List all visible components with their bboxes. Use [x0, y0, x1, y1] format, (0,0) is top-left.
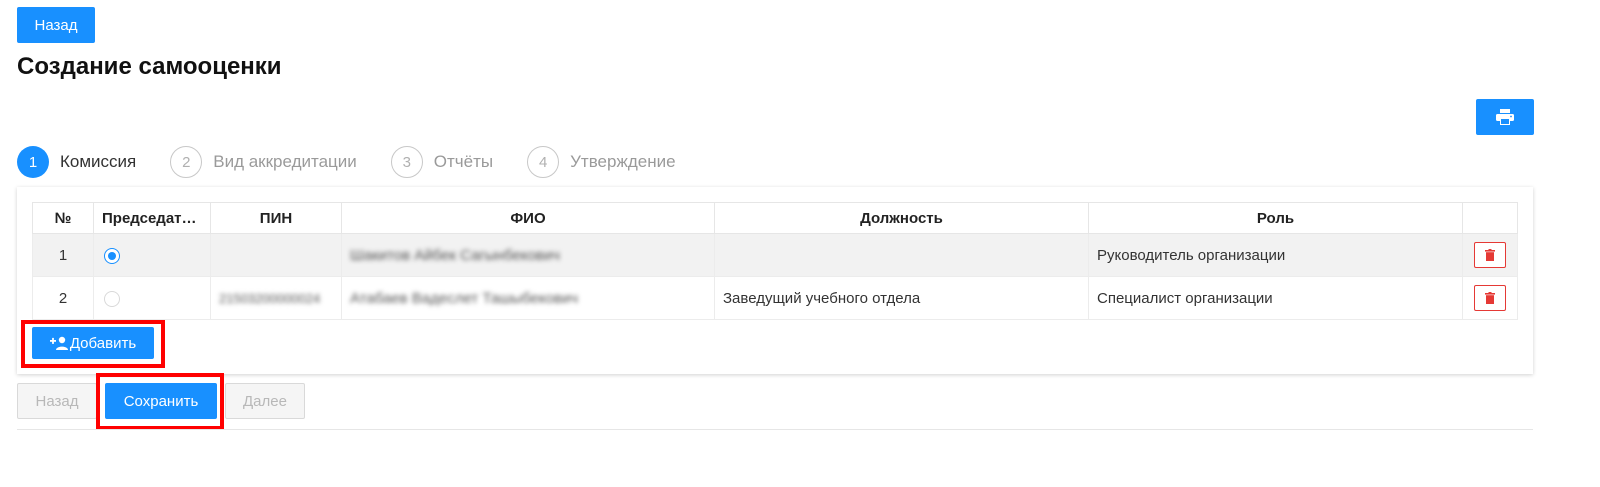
fio-text: Шакитов Айбек Сагынбекович	[350, 246, 560, 264]
page-title: Создание самооценки	[17, 53, 282, 80]
step-label: Вид аккредитации	[213, 152, 357, 171]
commission-card: № Председате… ПИН ФИО Должность Роль 1 Ш…	[17, 187, 1533, 374]
divider	[17, 429, 1533, 430]
chairman-radio-unchecked[interactable]	[104, 290, 120, 307]
cell-position	[714, 233, 1089, 277]
back-button-bottom[interactable]: Назад	[17, 383, 97, 419]
column-header-pin: ПИН	[210, 202, 342, 234]
add-user-icon	[49, 336, 68, 350]
step-number: 3	[390, 146, 423, 178]
pin-text: 21503200000024	[219, 290, 321, 306]
table-row: 1 Шакитов Айбек Сагынбекович Руководител…	[32, 233, 1518, 277]
cell-actions	[1462, 233, 1518, 277]
delete-row-button[interactable]	[1474, 285, 1506, 311]
trash-icon	[1485, 292, 1495, 304]
column-header-role: Роль	[1088, 202, 1463, 234]
step-approval[interactable]: 4 Утверждение	[527, 146, 676, 178]
step-commission[interactable]: 1 Комиссия	[17, 146, 136, 178]
back-button-top[interactable]: Назад	[17, 7, 95, 43]
delete-row-button[interactable]	[1474, 242, 1506, 268]
table-header-row: № Председате… ПИН ФИО Должность Роль	[32, 202, 1518, 234]
cell-pin	[210, 233, 342, 277]
step-label: Комиссия	[60, 152, 137, 171]
step-number: 2	[170, 146, 203, 178]
next-button[interactable]: Далее	[225, 383, 305, 419]
step-label: Утверждение	[570, 152, 676, 171]
print-button[interactable]	[1476, 99, 1534, 135]
cell-fio: Атабаев Вадеслет Ташыбекович	[341, 276, 715, 320]
add-member-label: Добавить	[69, 334, 137, 352]
column-header-position: Должность	[714, 202, 1089, 234]
cell-role: Руководитель организации	[1088, 233, 1463, 277]
cell-chairman	[93, 233, 211, 277]
table-row: 2 21503200000024 Атабаев Вадеслет Ташыбе…	[32, 276, 1518, 320]
step-label: Отчёты	[433, 152, 494, 171]
commission-table: № Председате… ПИН ФИО Должность Роль 1 Ш…	[32, 202, 1518, 320]
step-number: 1	[17, 146, 49, 178]
printer-icon	[1496, 109, 1514, 125]
cell-number: 2	[32, 276, 94, 320]
stepper: 1 Комиссия 2 Вид аккредитации 3 Отчёты 4…	[17, 144, 710, 180]
chairman-radio-checked[interactable]	[104, 247, 120, 264]
page: Назад Создание самооценки 1 Комиссия 2 В…	[0, 0, 1600, 487]
column-header-fio: ФИО	[341, 202, 715, 234]
column-header-chairman: Председате…	[93, 202, 211, 234]
cell-pin: 21503200000024	[210, 276, 342, 320]
step-accreditation-type[interactable]: 2 Вид аккредитации	[170, 146, 357, 178]
step-number: 4	[527, 146, 560, 178]
step-reports[interactable]: 3 Отчёты	[390, 146, 494, 178]
add-member-button[interactable]: Добавить	[32, 327, 154, 359]
column-header-number: №	[32, 202, 94, 234]
cell-chairman	[93, 276, 211, 320]
cell-role: Специалист организации	[1088, 276, 1463, 320]
cell-actions	[1462, 276, 1518, 320]
cell-number: 1	[32, 233, 94, 277]
column-header-actions	[1462, 202, 1518, 234]
trash-icon	[1485, 249, 1495, 261]
fio-text: Атабаев Вадеслет Ташыбекович	[350, 289, 579, 307]
cell-position: Заведущий учебного отдела	[714, 276, 1089, 320]
cell-fio: Шакитов Айбек Сагынбекович	[341, 233, 715, 277]
save-button[interactable]: Сохранить	[105, 383, 217, 419]
